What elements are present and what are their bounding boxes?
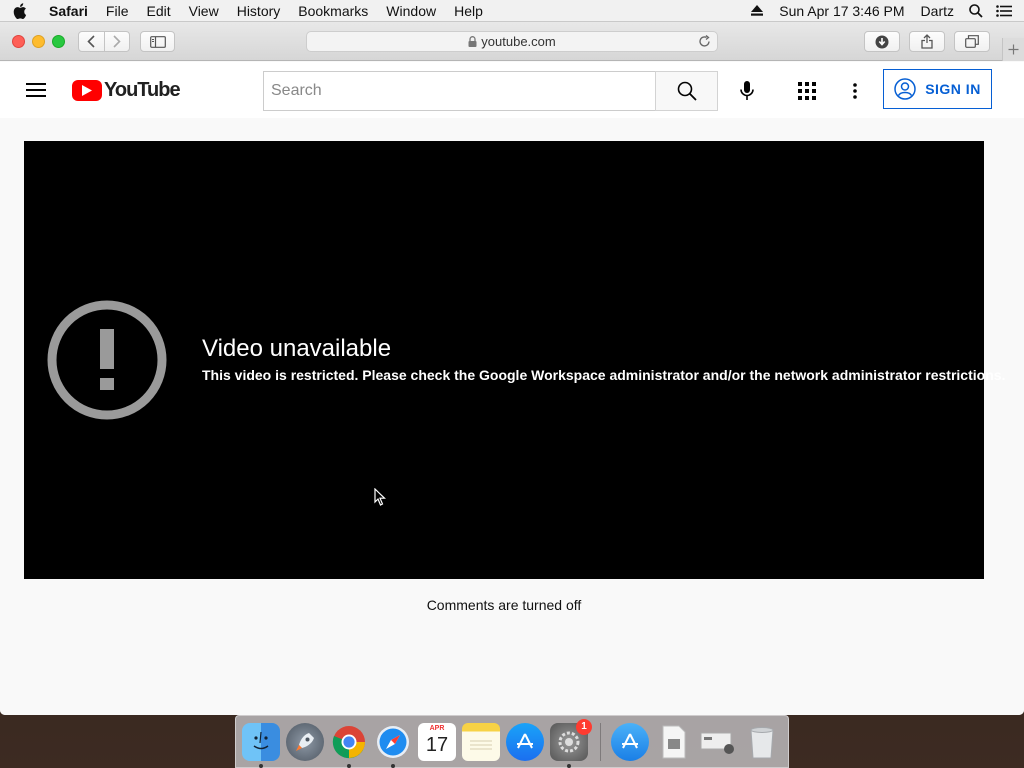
launchpad-icon[interactable]	[286, 722, 324, 761]
tabs-icon[interactable]	[954, 31, 990, 52]
alert-icon	[46, 299, 168, 421]
youtube-masthead: YouTube Search SIGN IN	[0, 62, 1024, 118]
calendar-month: APR	[429, 724, 445, 732]
sign-in-label: SIGN IN	[925, 81, 981, 97]
search-icon	[677, 81, 697, 101]
share-icon[interactable]	[909, 31, 945, 52]
safari-icon[interactable]	[374, 723, 412, 768]
documents-icon[interactable]	[655, 723, 693, 761]
trash-icon[interactable]	[743, 723, 781, 761]
notes-icon[interactable]	[462, 722, 500, 761]
apps-grid-icon[interactable]	[790, 74, 824, 108]
youtube-logo[interactable]: YouTube	[72, 79, 181, 102]
notification-center-icon[interactable]	[990, 4, 1018, 17]
comments-status: Comments are turned off	[426, 597, 582, 613]
address-url: youtube.com	[481, 34, 556, 49]
dock: APR 17 1	[235, 715, 789, 768]
menu-user[interactable]: Dartz	[913, 0, 962, 22]
notification-badge: 1	[576, 718, 592, 735]
spotlight-icon[interactable]	[962, 3, 990, 18]
microphone-icon	[740, 81, 754, 100]
search-input[interactable]: Search	[263, 71, 656, 111]
calendar-icon[interactable]: APR 17	[418, 722, 456, 761]
mouse-cursor-icon	[374, 488, 386, 506]
menu-clock[interactable]: Sun Apr 17 3:46 PM	[771, 0, 912, 22]
minimize-window-button[interactable]	[32, 35, 45, 48]
system-preferences-icon[interactable]: 1	[550, 718, 592, 768]
download-icon[interactable]	[864, 31, 900, 52]
chrome-icon[interactable]	[330, 723, 368, 768]
calendar-day: 17	[425, 733, 449, 756]
more-options-icon[interactable]	[838, 74, 872, 108]
sign-in-button[interactable]: SIGN IN	[883, 69, 992, 109]
youtube-play-icon	[72, 80, 102, 101]
apple-icon[interactable]	[0, 2, 40, 19]
back-icon[interactable]	[79, 32, 104, 51]
search-button[interactable]	[655, 71, 718, 111]
lock-icon	[468, 36, 477, 47]
new-tab-icon[interactable]	[1002, 38, 1024, 61]
error-message: This video is restricted. Please check t…	[202, 367, 1006, 383]
voice-search-button[interactable]	[730, 74, 764, 108]
youtube-page: YouTube Search SIGN IN Video unavailable…	[0, 62, 1024, 715]
menu-help[interactable]: Help	[445, 0, 492, 22]
reload-icon[interactable]	[698, 35, 711, 48]
error-title: Video unavailable	[202, 335, 392, 362]
menu-edit[interactable]: Edit	[137, 0, 179, 22]
guide-menu-icon[interactable]	[20, 78, 52, 102]
menu-file[interactable]: File	[97, 0, 138, 22]
menu-window[interactable]: Window	[377, 0, 445, 22]
address-bar[interactable]: youtube.com	[306, 31, 718, 52]
forward-icon[interactable]	[103, 32, 129, 51]
video-player[interactable]: Video unavailable This video is restrict…	[24, 141, 1005, 579]
menu-bar: Safari File Edit View History Bookmarks …	[0, 0, 1024, 22]
menu-history[interactable]: History	[228, 0, 290, 22]
dock-separator	[600, 722, 601, 761]
menu-bookmarks[interactable]: Bookmarks	[289, 0, 377, 22]
menu-view[interactable]: View	[180, 0, 228, 22]
sidebar-icon[interactable]	[140, 31, 175, 52]
safari-toolbar: youtube.com	[0, 22, 1024, 61]
safari-window: youtube.com YouTube Search SIGN IN Video…	[0, 22, 1024, 715]
back-forward-group	[78, 31, 130, 52]
fullscreen-window-button[interactable]	[52, 35, 65, 48]
applications-folder-icon[interactable]	[611, 722, 649, 761]
account-circle-icon	[894, 78, 916, 100]
menu-app-safari[interactable]: Safari	[40, 0, 97, 22]
app-store-icon[interactable]	[506, 722, 544, 761]
downloads-icon[interactable]	[699, 723, 737, 761]
finder-icon[interactable]	[242, 722, 280, 768]
close-window-button[interactable]	[12, 35, 25, 48]
youtube-wordmark: YouTube	[104, 79, 181, 101]
eject-icon[interactable]	[743, 5, 771, 16]
